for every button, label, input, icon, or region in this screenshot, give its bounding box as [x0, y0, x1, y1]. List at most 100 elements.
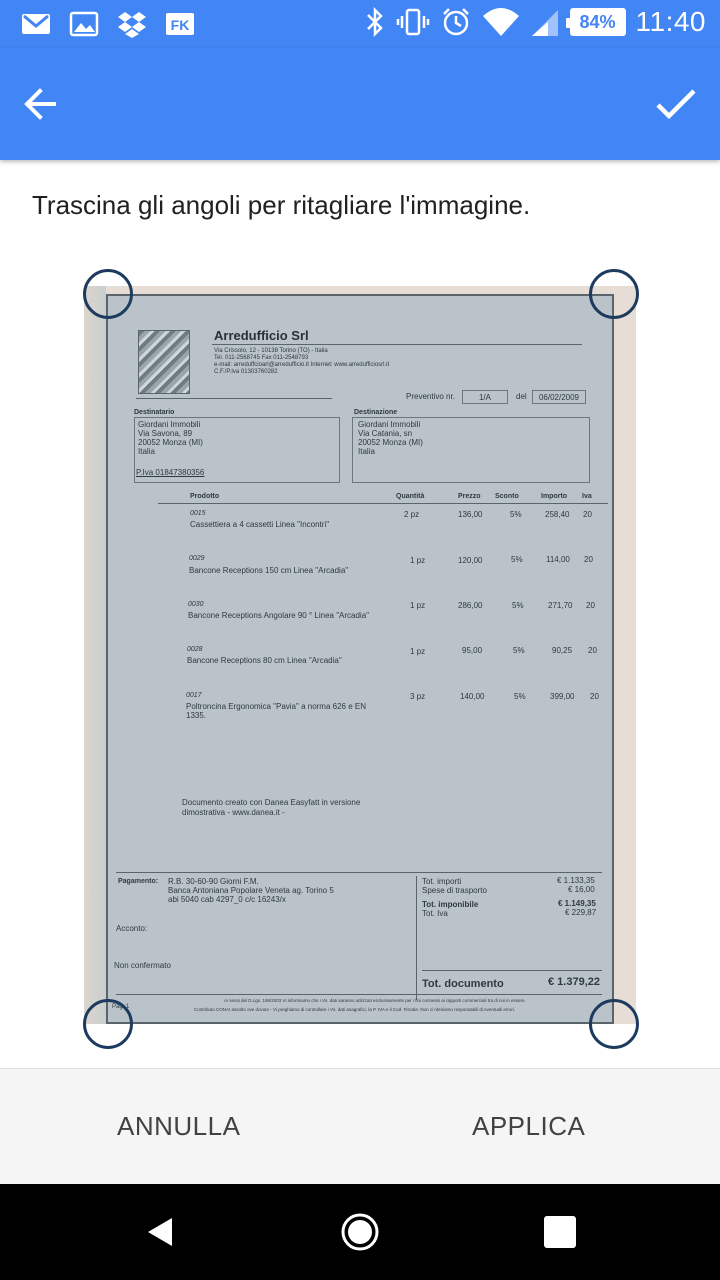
payment-line-3: abi 5040 cab 4297_0 c/c 16243/x — [168, 895, 286, 904]
totals-divider — [416, 876, 417, 1000]
apply-button[interactable]: APPLICA — [472, 1111, 585, 1142]
spese-label: Spese di trasporto — [422, 886, 487, 895]
item-5-price: 140,00 — [460, 692, 485, 701]
nav-home-icon[interactable] — [340, 1212, 380, 1252]
bottom-divider — [116, 994, 602, 995]
iva: € 229,87 — [565, 908, 597, 917]
wifi-icon — [482, 8, 519, 36]
system-status: 84% 11:40 — [364, 6, 707, 38]
quote-number: 1/A — [462, 390, 508, 404]
item-5-vat: 20 — [590, 692, 599, 701]
company-address-4: C.F./P.Iva 01303760282 — [214, 369, 278, 375]
background-edge — [84, 286, 106, 1024]
item-4-price: 95,00 — [462, 646, 483, 655]
item-3-desc: Bancone Receptions Angolare 90 ° Linea "… — [188, 611, 369, 620]
item-4-discount: 5% — [513, 646, 525, 655]
tot-documento: € 1.379,22 — [548, 976, 600, 988]
vibrate-icon — [396, 8, 429, 36]
payment-line-2: Banca Antoniana Popolare Veneta ag. Tori… — [168, 886, 334, 895]
col-amount: Importo — [541, 493, 568, 500]
destination-line-2: Via Catania, sn — [358, 429, 413, 438]
destination-label: Destinazione — [354, 409, 398, 416]
not-confirmed: Non confermato — [114, 961, 171, 970]
item-5-desc-2: 1335. — [186, 711, 207, 720]
nav-back-icon[interactable] — [140, 1212, 180, 1252]
item-1-desc: Cassettiera a 4 cassetti Linea "Incontri… — [190, 520, 330, 529]
recipient-vat: P.Iva 01847380356 — [136, 468, 205, 477]
item-1-code: 0015 — [190, 510, 206, 517]
spese: € 16,00 — [568, 885, 595, 894]
item-2-code: 0029 — [189, 555, 205, 562]
item-1-price: 136,00 — [458, 510, 483, 519]
payment-line-1: R.B. 30-60-90 Giorni F.M. — [168, 877, 259, 886]
company-logo-image — [138, 330, 190, 394]
item-1-qty: 2 pz — [404, 510, 420, 519]
privacy-note-2: Contributo CONAI assolto ove dovuto - Vi… — [194, 1007, 516, 1012]
dropbox-icon — [118, 12, 146, 38]
company-address-1: Via Crissolo, 12 - 10138 Torino (TO) - I… — [214, 348, 328, 354]
imponibile-label: Tot. imponibile — [422, 900, 479, 909]
recipient-line-3: 20052 Monza (MI) — [138, 438, 203, 447]
item-5-discount: 5% — [514, 692, 526, 701]
recipient-label: Destinatario — [134, 409, 175, 416]
destination-line-4: Italia — [358, 447, 375, 456]
nav-recents-icon[interactable] — [540, 1212, 580, 1252]
total-line — [422, 970, 602, 971]
company-name: Arredufficio Srl — [214, 328, 309, 343]
item-2-discount: 5% — [511, 555, 523, 564]
check-icon — [656, 89, 696, 120]
crop-handle-bottom-right[interactable] — [589, 999, 639, 1049]
app-bar — [0, 48, 720, 160]
tot-importi: € 1.133,35 — [557, 876, 595, 885]
item-4-code: 0028 — [187, 646, 203, 653]
crop-area[interactable]: Arredufficio Srl Via Crissolo, 12 - 1013… — [84, 286, 636, 1024]
item-4-vat: 20 — [588, 646, 597, 655]
privacy-note-1: Ai sensi del D.Lgs. 196/2003 Vi informia… — [224, 998, 526, 1003]
scanned-document: Arredufficio Srl Via Crissolo, 12 - 1013… — [106, 294, 614, 1024]
footer-divider — [116, 872, 602, 873]
crop-handle-top-left[interactable] — [83, 269, 133, 319]
item-3-vat: 20 — [586, 601, 595, 610]
gallery-icon — [69, 11, 99, 37]
back-button[interactable] — [12, 76, 68, 132]
alarm-icon — [442, 8, 469, 36]
logo-underline — [136, 398, 332, 399]
arrow-back-icon — [24, 88, 56, 120]
item-2-qty: 1 pz — [410, 556, 426, 565]
confirm-button[interactable] — [648, 76, 704, 132]
notification-icons: FK — [20, 8, 196, 40]
recipient-line-2: Via Savona, 89 — [138, 429, 193, 438]
signal-icon — [531, 10, 558, 36]
item-5-code: 0017 — [186, 692, 202, 699]
clock: 11:40 — [635, 6, 706, 37]
fk-app-icon: FK — [166, 13, 194, 35]
svg-text:FK: FK — [171, 17, 190, 33]
deposit-label: Acconto: — [116, 924, 148, 933]
tot-importi-label: Tot. importi — [422, 877, 462, 886]
company-address-2: Tel. 011-2568745 Fax 011-2548793 — [214, 355, 309, 361]
item-3-qty: 1 pz — [410, 601, 426, 610]
item-3-amount: 271,70 — [548, 601, 573, 610]
iva-label: Tot. Iva — [422, 909, 448, 918]
item-2-vat: 20 — [584, 555, 593, 564]
payment-label: Pagamento: — [118, 878, 159, 885]
demo-note-1: Documento creato con Danea Easyfatt in v… — [182, 798, 361, 807]
col-product: Prodotto — [190, 493, 220, 500]
item-5-amount: 399,00 — [550, 692, 575, 701]
tot-documento-label: Tot. documento — [422, 978, 504, 990]
crop-handle-top-right[interactable] — [589, 269, 639, 319]
recipient-line-4: Italia — [138, 447, 155, 456]
crop-handle-bottom-left[interactable] — [83, 999, 133, 1049]
item-4-amount: 90,25 — [552, 646, 573, 655]
item-3-discount: 5% — [512, 601, 524, 610]
item-2-price: 120,00 — [458, 556, 483, 565]
col-price: Prezzo — [458, 493, 481, 500]
cancel-button[interactable]: ANNULLA — [117, 1111, 240, 1142]
item-4-desc: Bancone Receptions 80 cm Linea "Arcadia" — [187, 656, 342, 665]
table-header-line — [158, 503, 608, 504]
quote-date: 06/02/2009 — [532, 390, 586, 404]
gmail-icon — [22, 14, 50, 34]
imponibile: € 1.149,35 — [558, 899, 596, 908]
battery-icon: 84% — [565, 8, 626, 36]
item-5-desc: Poltroncina Ergonomica "Pavia" a norma 6… — [186, 702, 366, 711]
